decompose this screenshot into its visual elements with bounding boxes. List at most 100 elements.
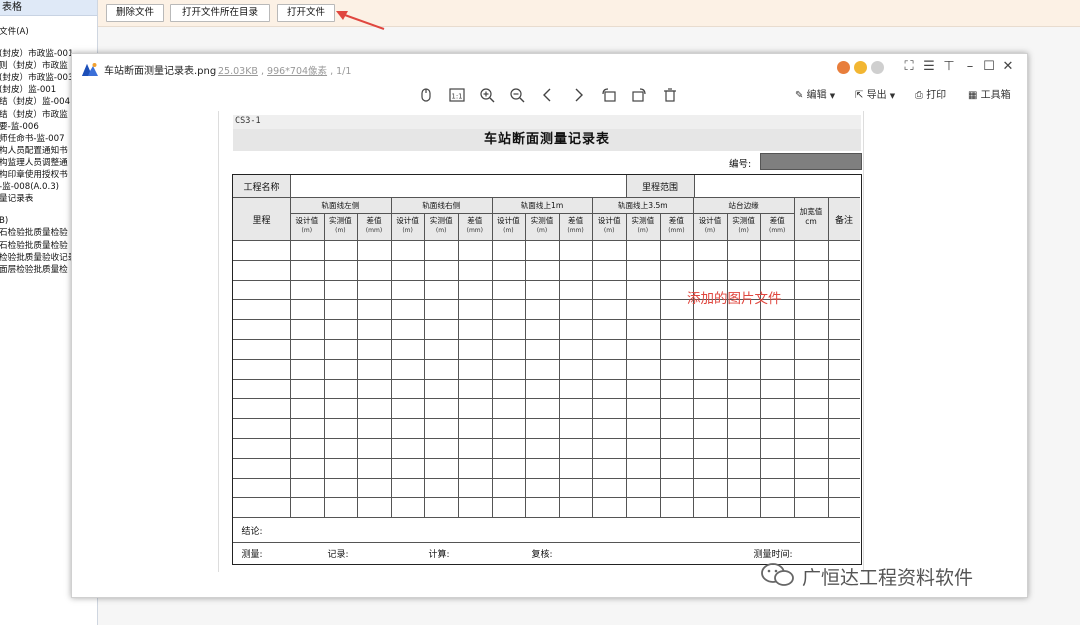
group-label: 轨面线左侧 [321, 201, 360, 210]
table-rule [458, 213, 459, 518]
delete-icon[interactable] [661, 86, 679, 104]
grey-badge-icon[interactable] [871, 61, 884, 74]
printer-icon: ⎙ [915, 90, 923, 101]
group-label: 轨面线上3.5m [617, 201, 668, 210]
table-rule [357, 213, 359, 518]
edit-menu[interactable]: ✎ 编辑 ▼ [795, 88, 835, 104]
table-rule [558, 213, 560, 518]
wechat-watermark: 广恒达工程资料软件 [760, 561, 973, 591]
project-name-label: 工程名称 [243, 183, 280, 193]
table-rule [233, 398, 860, 400]
group-label: 轨面线上1m [520, 201, 564, 210]
subunit-label: (m) [704, 227, 716, 234]
image-dimensions: 996*704像素 [267, 66, 328, 77]
actual-size-icon[interactable]: 1:1 [448, 86, 466, 104]
table-rule [233, 457, 860, 459]
next-icon[interactable] [569, 86, 587, 104]
close-icon[interactable]: ✕ [1001, 59, 1015, 75]
table-rule [233, 240, 860, 241]
subcol-label: 设计值 [698, 216, 722, 225]
top-toolbar: 删除文件 打开文件所在目录 打开文件 [98, 0, 1080, 27]
subunit-label: (m) [603, 227, 615, 234]
doc-number-box [760, 153, 862, 170]
previous-icon[interactable] [539, 86, 557, 104]
footer-measure-label: 测量: [241, 550, 263, 561]
subunit-label: (mm) [567, 227, 584, 234]
crown-badge-icon[interactable] [854, 61, 867, 74]
delete-file-button[interactable]: 删除文件 [106, 4, 164, 22]
menu-icon[interactable]: ☰ [922, 59, 936, 75]
table-rule [233, 418, 860, 420]
viewer-title-bar[interactable]: 车站断面测量记录表.png 25.03KB , 996*704像素 , 1/1 … [72, 54, 1027, 82]
subunit-label: (m) [301, 227, 313, 234]
zoom-out-icon[interactable] [508, 86, 526, 104]
minimize-icon[interactable]: – [963, 59, 977, 75]
page-count: 1/1 [336, 66, 352, 77]
subunit-label: (m) [435, 227, 447, 234]
table-rule [626, 213, 627, 518]
chevron-down-icon: ▼ [889, 92, 896, 100]
subunit-label: (m) [402, 227, 413, 234]
document-image: CS3-1 车站断面测量记录表 编号: 工程名称 里程范围里程 轨面线左侧设计值 (m… [218, 111, 864, 572]
table-rule [390, 197, 392, 518]
subunit-label: (m) [503, 227, 514, 234]
toolbox-button[interactable]: ▦ 工具箱 [968, 88, 1011, 104]
subcol-label: 差值 [467, 216, 483, 225]
export-menu[interactable]: ⇱ 导出 ▼ [855, 88, 895, 104]
tree-item[interactable]: 文件(A) [0, 26, 97, 38]
export-icon: ⇱ [855, 90, 864, 101]
table-rule [659, 213, 661, 518]
file-name-label: 车站断面测量记录表.png [104, 66, 217, 77]
rotate-left-icon[interactable] [600, 86, 618, 104]
mouse-mode-icon[interactable] [417, 86, 435, 104]
pin-icon[interactable]: ⊤ [942, 59, 956, 75]
doc-title: 车站断面测量记录表 [483, 132, 610, 147]
image-viewer-window: 车站断面测量记录表.png 25.03KB , 996*704像素 , 1/1 … [71, 53, 1028, 598]
file-meta: 25.03KB , 996*704像素 , 1/1 [218, 66, 352, 77]
subcol-label: 实测值 [732, 216, 755, 225]
table-rule [233, 438, 860, 439]
mileage-label: 里程 [252, 216, 271, 226]
subcol-label: 差值 [769, 216, 785, 225]
subunit-label: (mm) [365, 227, 383, 234]
watermark-text: 广恒达工程资料软件 [802, 567, 974, 589]
subunit-label: (m) [536, 227, 548, 234]
remark-label: 备注 [834, 216, 853, 226]
open-file-button[interactable]: 打开文件 [277, 4, 335, 22]
subunit-label: (m) [335, 227, 346, 234]
red-arrow-annotation [336, 11, 385, 30]
print-button[interactable]: ⎙ 打印 [915, 88, 946, 104]
subcol-label: 设计值 [396, 216, 419, 225]
table-rule [233, 259, 860, 261]
table-rule [592, 197, 594, 518]
group-label: 站台边缘 [728, 201, 759, 210]
rotate-right-icon[interactable] [630, 86, 648, 104]
fullscreen-icon[interactable]: ⛶ [902, 59, 916, 75]
table-rule [424, 213, 426, 518]
footer-calc-label: 计算: [428, 550, 450, 561]
table-rule [233, 197, 860, 198]
table-rule [233, 339, 860, 340]
table-rule [726, 213, 728, 518]
table-rule [290, 175, 291, 197]
vip-badge-icon[interactable] [837, 61, 850, 74]
svg-text:1:1: 1:1 [451, 93, 462, 101]
table-rule [693, 197, 695, 518]
mileage-range-label: 里程范围 [641, 183, 678, 193]
table-rule [290, 213, 794, 214]
table-rule [233, 358, 860, 360]
subcol-label: 设计值 [497, 216, 520, 225]
footer-review-label: 复核: [531, 550, 553, 561]
edit-icon: ✎ [795, 90, 804, 101]
table-rule [233, 517, 860, 519]
zoom-in-icon[interactable] [478, 86, 496, 104]
table-rule [794, 197, 795, 518]
conclusion-label: 结论: [241, 527, 263, 538]
doc-number-label: 编号: [729, 159, 752, 170]
maximize-icon[interactable]: ☐ [982, 59, 996, 75]
subcol-label: 实测值 [429, 216, 453, 225]
table-rule [233, 279, 860, 281]
open-folder-button[interactable]: 打开文件所在目录 [170, 4, 270, 22]
doc-code: CS3-1 [235, 116, 261, 126]
table-rule [828, 197, 829, 518]
